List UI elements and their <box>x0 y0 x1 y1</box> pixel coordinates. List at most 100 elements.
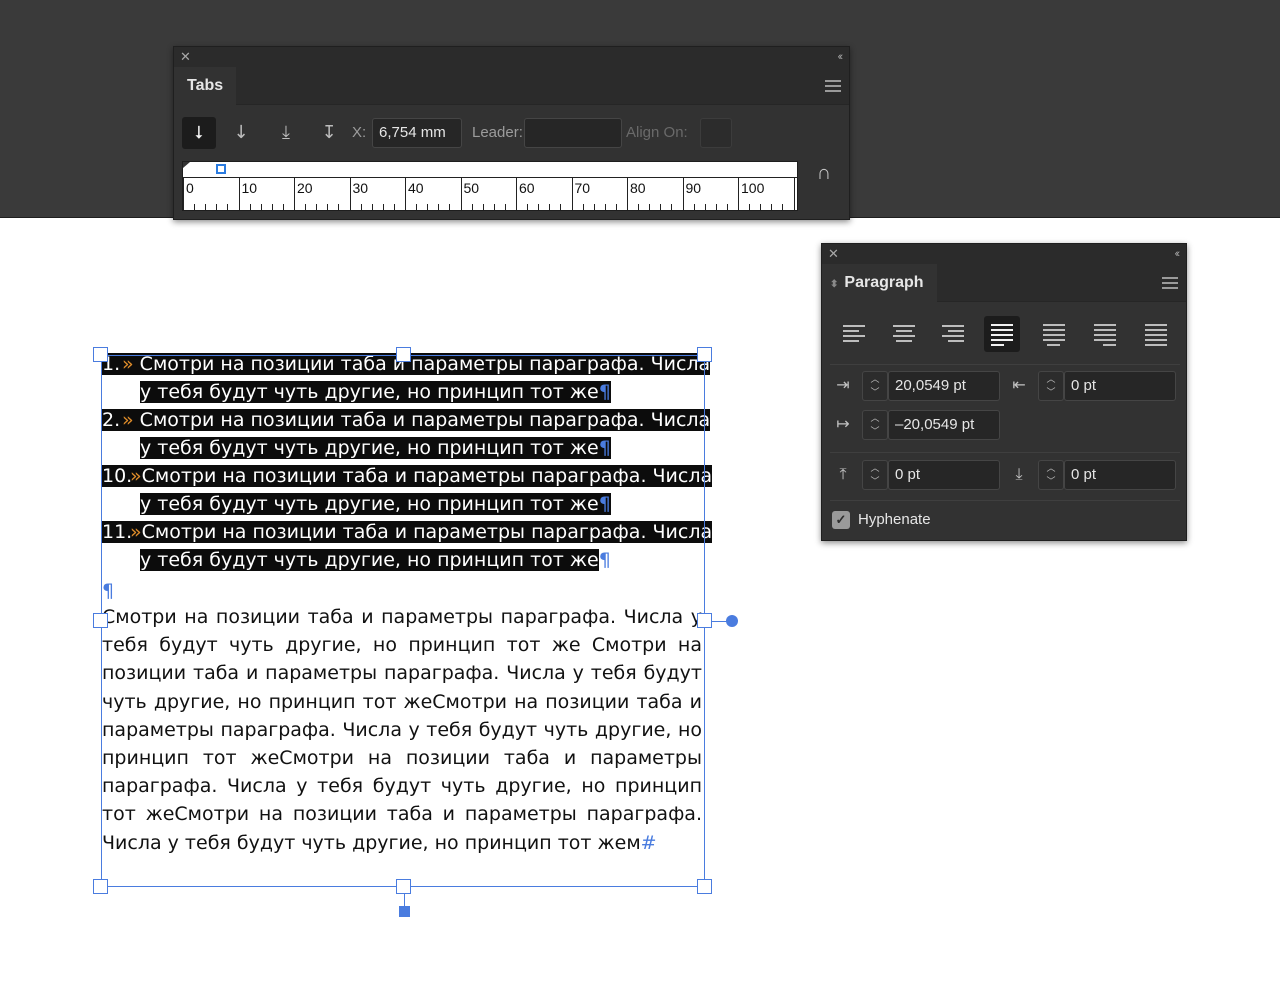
ruler-minor-tick <box>471 204 473 210</box>
space-after-stepper[interactable]: ︿ ﹀ <box>1038 460 1064 490</box>
ruler-major-tick <box>571 178 573 210</box>
ruler-major-tick <box>405 178 406 210</box>
justify-last-right-button[interactable] <box>1087 316 1123 352</box>
ruler-number: 0 <box>186 180 194 196</box>
ruler-major-tick <box>738 178 739 210</box>
right-justified-tab-icon: ⤓ <box>282 122 290 143</box>
align-right-button[interactable] <box>935 316 971 352</box>
ruler-major-tick <box>294 178 295 210</box>
align-on-field <box>700 118 732 148</box>
ruler-minor-tick <box>760 204 762 210</box>
resize-handle-bottom-left[interactable] <box>93 879 108 894</box>
position-panel-above-frame-icon[interactable]: ∩ <box>814 163 834 183</box>
ruler-minor-tick <box>427 204 429 210</box>
justify-all-lines-button[interactable] <box>1138 316 1174 352</box>
ruler-number: 100 <box>741 180 765 196</box>
resize-handle-bottom-center[interactable] <box>396 879 411 894</box>
panel-menu-icon[interactable] <box>1162 277 1178 289</box>
ruler-minor-tick <box>527 204 529 210</box>
left-justified-tab-icon: ⭣ <box>194 122 204 143</box>
justify-last-left-button[interactable] <box>984 316 1020 352</box>
ruler-minor-tick <box>615 204 617 210</box>
resize-handle-top-right[interactable] <box>697 347 712 362</box>
panel-menu-icon[interactable] <box>825 80 841 92</box>
first-line-indent-field[interactable]: –20,0549 pt <box>888 410 1000 440</box>
tab-ruler[interactable]: 0 10 20 30 40 50 60 70 80 90 100 1 <box>182 161 798 211</box>
paragraph-panel-titlebar[interactable]: ✕ ‹‹ <box>822 244 1186 264</box>
left-indent-icon: ⇥ <box>836 375 850 394</box>
close-icon[interactable]: ✕ <box>828 245 839 263</box>
text-frame[interactable] <box>101 355 705 887</box>
first-line-indent-stepper[interactable]: ︿ ﹀ <box>862 410 888 440</box>
space-before-stepper[interactable]: ︿ ﹀ <box>862 460 888 490</box>
align-left-button[interactable] <box>836 316 872 352</box>
resize-handle-top-center[interactable] <box>396 347 411 362</box>
leader-field[interactable] <box>524 118 622 148</box>
resize-handle-middle-left[interactable] <box>93 613 108 628</box>
ruler-minor-tick <box>649 204 651 210</box>
ruler-major-tick <box>682 178 684 210</box>
decimal-tab-button[interactable]: ↧ <box>312 117 346 149</box>
divider <box>830 500 1180 501</box>
tab-stop-strip[interactable] <box>183 162 797 178</box>
right-justified-tab-button[interactable]: ⤓ <box>269 117 303 149</box>
ruler-number: 80 <box>630 180 646 196</box>
ruler-minor-tick <box>416 204 418 210</box>
ruler-minor-tick <box>382 204 384 210</box>
ruler-minor-tick <box>249 204 251 210</box>
ruler-minor-tick <box>305 204 307 210</box>
tab-paragraph[interactable]: ⬍ Paragraph <box>822 264 937 302</box>
resize-handle-bottom-right[interactable] <box>697 879 712 894</box>
out-port-dot[interactable] <box>726 615 738 627</box>
ruler-minor-tick <box>593 204 595 210</box>
hyphenate-label: Hyphenate <box>858 511 931 528</box>
collapse-panel-icon[interactable]: ‹‹ <box>1175 245 1181 263</box>
resize-handle-top-left[interactable] <box>93 347 108 362</box>
paragraph-panel: ✕ ‹‹ ⬍ Paragraph ⇥ ︿ ﹀ 20,0549 pt ⇤ ︿ ﹀ … <box>821 243 1187 541</box>
tabs-panel-tab-strip: Tabs <box>174 67 849 105</box>
space-after-field[interactable]: 0 pt <box>1064 460 1176 490</box>
ruler-minor-tick <box>282 204 284 210</box>
hyphenate-checkbox[interactable]: ✓ <box>832 511 850 529</box>
ruler-minor-tick <box>560 204 562 210</box>
ruler-number: 60 <box>519 180 535 196</box>
right-indent-field[interactable]: 0 pt <box>1064 371 1176 401</box>
tabs-panel-titlebar[interactable]: ✕ ‹‹ <box>174 47 849 67</box>
divider <box>830 364 1180 365</box>
x-position-label: X: <box>352 124 367 141</box>
tab-tabs[interactable]: Tabs <box>174 67 237 105</box>
selected-tab-stop-marker[interactable] <box>216 164 226 174</box>
left-justified-tab-button[interactable]: ⭣ <box>182 117 216 149</box>
resize-handle-middle-right[interactable] <box>697 613 712 628</box>
ruler-minor-tick <box>549 204 551 210</box>
ruler-minor-tick <box>371 204 373 210</box>
ruler-minor-tick <box>749 204 751 210</box>
ruler-major-tick <box>238 178 240 210</box>
first-line-indent-marker[interactable] <box>183 162 190 168</box>
left-indent-stepper[interactable]: ︿ ﹀ <box>862 371 888 401</box>
space-before-icon: ⤒ <box>839 464 847 483</box>
tab-alignment-toolbar: ⭣ ↓ ⤓ ↧ X: 6,754 mm Leader: Align On: <box>182 117 842 149</box>
center-justified-tab-button[interactable]: ↓ <box>224 117 258 149</box>
expand-options-icon[interactable]: ⬍ <box>830 279 838 290</box>
ruler-minor-tick <box>704 204 706 210</box>
ruler-minor-tick <box>771 204 773 210</box>
ruler-minor-tick <box>227 204 229 210</box>
right-indent-stepper[interactable]: ︿ ﹀ <box>1038 371 1064 401</box>
align-center-button[interactable] <box>886 316 922 352</box>
ruler-minor-tick <box>638 204 640 210</box>
justify-last-center-button[interactable] <box>1036 316 1072 352</box>
x-position-field[interactable]: 6,754 mm <box>372 118 462 148</box>
collapse-panel-icon[interactable]: ‹‹ <box>838 48 844 66</box>
ruler-major-tick <box>793 178 795 210</box>
space-before-field[interactable]: 0 pt <box>888 460 1000 490</box>
ruler-major-tick <box>349 178 351 210</box>
ruler-minor-tick <box>360 204 362 210</box>
close-icon[interactable]: ✕ <box>180 48 191 66</box>
ruler-major-tick <box>183 178 184 210</box>
ruler-number: 30 <box>352 180 369 196</box>
content-grabber-handle[interactable] <box>399 906 410 917</box>
first-line-indent-icon: ↦ <box>836 414 850 433</box>
ruler-minor-tick <box>782 204 784 210</box>
left-indent-field[interactable]: 20,0549 pt <box>888 371 1000 401</box>
